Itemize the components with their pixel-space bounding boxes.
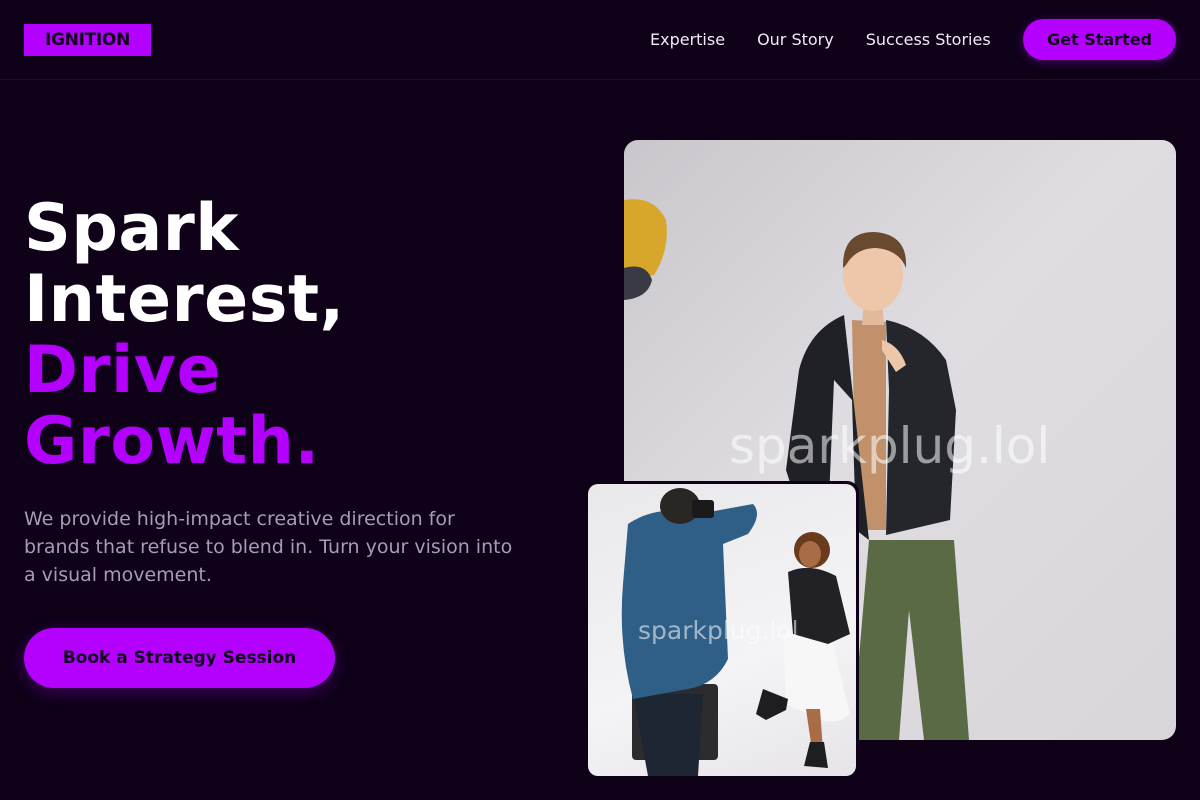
headline-accent-line: Growth.: [24, 404, 320, 479]
image-watermark: sparkplug.lol: [729, 417, 1051, 475]
hero-headline: Spark Interest, Drive Growth.: [24, 193, 584, 477]
nav-link-our-story[interactable]: Our Story: [757, 28, 834, 52]
image-watermark: sparkplug.lol: [638, 616, 799, 645]
hero-photo-shoot: sparkplug.lol: [585, 481, 859, 779]
logo[interactable]: IGNITION: [24, 24, 151, 56]
headline-line: Interest,: [24, 262, 345, 337]
photo-shoot-frame: sparkplug.lol: [588, 484, 856, 776]
nav-link-expertise[interactable]: Expertise: [650, 28, 725, 52]
nav-link-success-stories[interactable]: Success Stories: [866, 28, 991, 52]
get-started-button[interactable]: Get Started: [1023, 19, 1176, 60]
hero-description: We provide high-impact creative directio…: [24, 508, 513, 586]
nav-links: Expertise Our Story Success Stories: [650, 28, 1023, 52]
headline-line: Spark: [24, 191, 239, 266]
top-navbar: IGNITION Expertise Our Story Success Sto…: [0, 0, 1200, 80]
book-strategy-session-button[interactable]: Book a Strategy Session: [24, 628, 335, 688]
headline-accent-line: Drive: [24, 333, 222, 408]
